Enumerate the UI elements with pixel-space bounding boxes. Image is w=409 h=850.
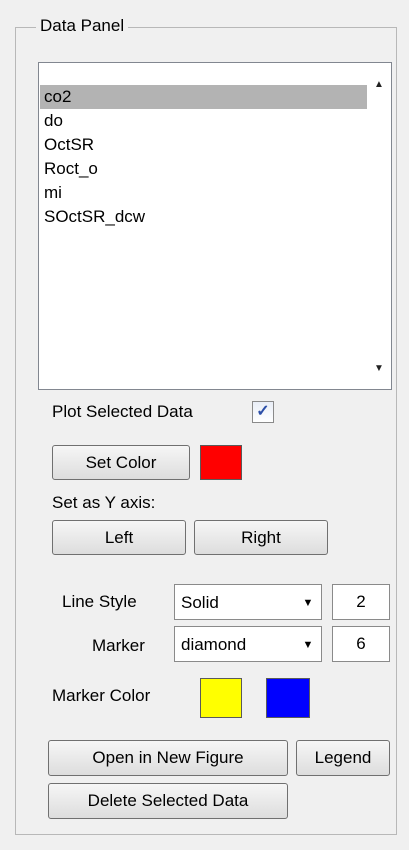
line-style-value: Solid [181, 593, 219, 612]
checkmark-icon: ✓ [256, 403, 270, 420]
chevron-down-icon[interactable]: ▼ [295, 585, 321, 619]
marker-select[interactable]: diamond ▼ [174, 626, 322, 662]
y-axis-label: Set as Y axis: [52, 493, 156, 512]
plot-selected-checkbox[interactable]: ✓ [252, 401, 274, 423]
data-listbox[interactable]: co2 do OctSR Roct_o mi SOctSR_dcw ▲ ▼ [38, 62, 392, 390]
left-axis-button[interactable]: Left [52, 520, 186, 555]
marker-face-color-swatch[interactable] [200, 678, 242, 718]
list-scrollbar[interactable]: ▲ ▼ [367, 63, 391, 389]
scroll-up-icon[interactable]: ▲ [367, 73, 391, 97]
line-color-swatch[interactable] [200, 445, 242, 480]
marker-value: diamond [181, 635, 247, 654]
list-item[interactable]: co2 [40, 85, 368, 109]
line-style-select[interactable]: Solid ▼ [174, 584, 322, 620]
marker-color-label: Marker Color [52, 686, 151, 705]
open-new-figure-button[interactable]: Open in New Figure [48, 740, 288, 776]
list-item[interactable]: do [40, 109, 368, 133]
right-axis-button[interactable]: Right [194, 520, 328, 555]
chevron-down-icon[interactable]: ▼ [295, 627, 321, 661]
marker-edge-color-swatch[interactable] [266, 678, 310, 718]
marker-size-field[interactable]: 6 [332, 626, 390, 662]
list-item[interactable]: Roct_o [40, 157, 368, 181]
list-item[interactable]: mi [40, 181, 368, 205]
line-width-field[interactable]: 2 [332, 584, 390, 620]
list-item[interactable]: OctSR [40, 133, 368, 157]
list-item[interactable]: SOctSR_dcw [40, 205, 368, 229]
scroll-down-icon[interactable]: ▼ [367, 357, 391, 381]
marker-label: Marker [92, 636, 145, 655]
panel-title: Data Panel [36, 14, 129, 38]
plot-selected-label: Plot Selected Data [52, 402, 193, 421]
legend-button[interactable]: Legend [296, 740, 390, 776]
set-color-button[interactable]: Set Color [52, 445, 190, 480]
delete-selected-button[interactable]: Delete Selected Data [48, 783, 288, 819]
line-style-label: Line Style [62, 592, 137, 611]
